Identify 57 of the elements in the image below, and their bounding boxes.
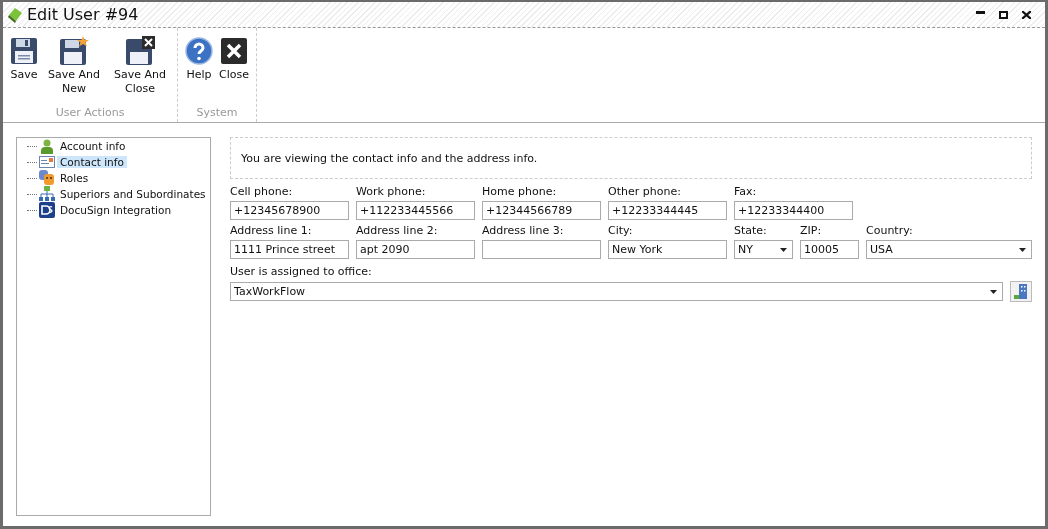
minimize-icon[interactable] [976, 10, 985, 14]
input-field[interactable]: +12344566789 [482, 201, 601, 220]
input-field[interactable]: 10005 [800, 240, 859, 259]
maximize-icon[interactable] [999, 10, 1008, 19]
dropdown-field[interactable]: TaxWorkFlow [230, 282, 1003, 301]
input-field[interactable]: +12345678900 [230, 201, 349, 220]
window-title: Edit User #94 [27, 5, 140, 24]
info-message: You are viewing the contact info and the address info. [241, 151, 538, 165]
input-field[interactable]: New York [608, 240, 727, 259]
app-logo-icon [7, 6, 23, 23]
close-icon[interactable] [1022, 10, 1031, 19]
field-label: Country: [866, 224, 914, 237]
toolbar-button[interactable]: Save [7, 32, 41, 84]
dropdown-field[interactable]: USA [866, 240, 1032, 259]
tree-item[interactable]: DocuSign Integration [57, 204, 175, 216]
tree-item[interactable]: Account info [57, 140, 129, 152]
close-icon [221, 38, 247, 64]
tree-item[interactable]: Roles [57, 172, 92, 184]
input-field[interactable]: apt 2090 [356, 240, 475, 259]
input-field[interactable] [482, 240, 601, 259]
tree-item[interactable]: Contact info [57, 156, 127, 168]
field-label: Cell phone: [230, 185, 294, 198]
field-label: Fax: [734, 185, 758, 198]
floppy-disk-cross-icon [125, 36, 155, 66]
toolbar-button[interactable]: Close [216, 32, 252, 84]
field-label: State: [734, 224, 768, 237]
hierarchy-icon [39, 186, 55, 202]
toolbar-button[interactable]: Save And Close [107, 32, 173, 98]
office-button[interactable] [1010, 281, 1032, 302]
person-icon [39, 138, 55, 154]
field-label: Address line 2: [356, 224, 439, 237]
building-icon [1014, 284, 1028, 299]
field-label: ZIP: [800, 224, 823, 237]
dropdown-arrow-icon [1019, 247, 1026, 252]
input-field[interactable]: +12233344400 [734, 201, 853, 220]
card-icon [39, 154, 55, 170]
dropdown-field[interactable]: NY [734, 240, 793, 259]
toolbar-button[interactable]: Save And New [41, 32, 107, 98]
input-field[interactable]: 1111 Prince street [230, 240, 349, 259]
toolbar-button[interactable]: Help [182, 32, 216, 84]
field-label: Address line 3: [482, 224, 565, 237]
group-label: System [196, 106, 238, 121]
dropdown-arrow-icon [990, 289, 997, 294]
masks-icon [39, 170, 55, 186]
field-label: City: [608, 224, 634, 237]
help-icon [185, 37, 213, 65]
docusign-icon [39, 202, 55, 218]
field-label: Home phone: [482, 185, 558, 198]
field-label: Other phone: [608, 185, 682, 198]
tree-item[interactable]: Superiors and Subordinates [57, 188, 209, 200]
input-field[interactable]: +112233445566 [356, 201, 475, 220]
field-label: Work phone: [356, 185, 427, 198]
field-label: Address line 1: [230, 224, 313, 237]
group-label: User Actions [55, 106, 125, 121]
input-field[interactable]: +12233344445 [608, 201, 727, 220]
dropdown-arrow-icon [780, 247, 787, 252]
field-label: User is assigned to office: [230, 265, 373, 278]
